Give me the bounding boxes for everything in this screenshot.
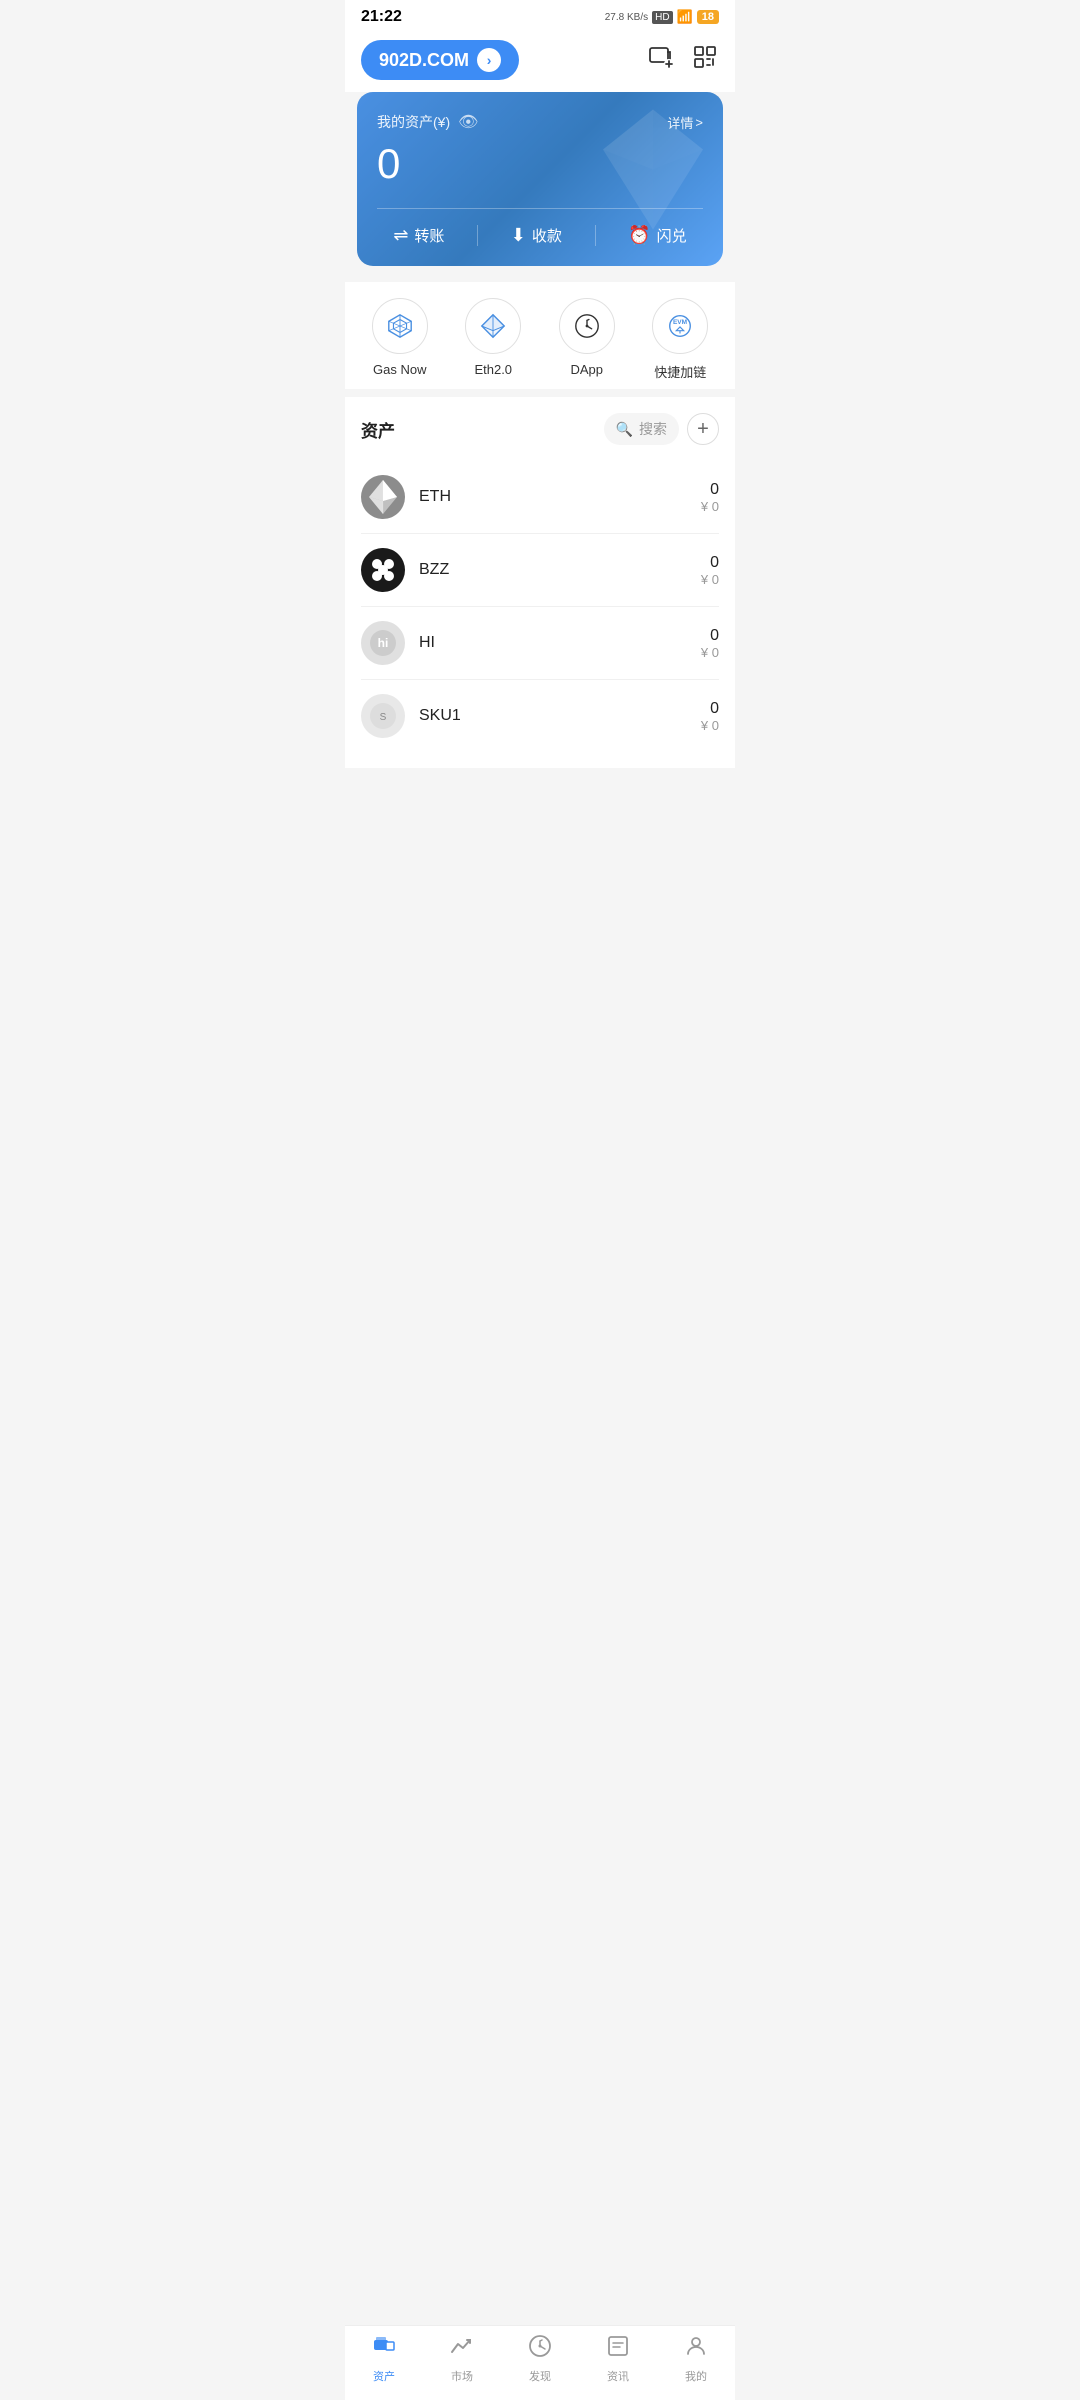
battery-indicator: 18 [697, 10, 719, 24]
status-time: 21:22 [361, 8, 402, 26]
nav-item-mine[interactable]: 我的 [666, 2334, 726, 2384]
hi-value: 0 ¥ 0 [701, 627, 719, 660]
receive-button[interactable]: ⬇ 收款 [511, 225, 562, 246]
hd-badge: HD [652, 11, 672, 24]
asset-list-item-sku1[interactable]: S SKU1 0 ¥ 0 [361, 680, 719, 752]
scan-icon[interactable] [691, 43, 719, 78]
dapp-label: DApp [570, 362, 603, 377]
sku1-amount: 0 [701, 700, 719, 718]
sku1-value: 0 ¥ 0 [701, 700, 719, 733]
eth-value: 0 ¥ 0 [701, 481, 719, 514]
assets-section: 资产 🔍 搜索 + ETH [345, 397, 735, 768]
receive-icon: ⬇ [511, 225, 526, 246]
sku1-name: SKU1 [419, 707, 701, 725]
search-icon: 🔍 [616, 421, 633, 438]
eth-name: ETH [419, 488, 701, 506]
mine-nav-label: 我的 [685, 2368, 707, 2384]
transfer-button[interactable]: ⇌ 转账 [393, 225, 444, 246]
quick-item-gas-now[interactable]: Gas Now [372, 298, 428, 381]
quick-chain-icon-circle: EVM [652, 298, 708, 354]
discover-nav-icon [528, 2334, 552, 2364]
detail-link[interactable]: 详情 > [667, 113, 703, 132]
news-nav-icon [606, 2334, 630, 2364]
eth-cny: ¥ 0 [701, 499, 719, 514]
eth-coin-icon [361, 475, 405, 519]
mine-nav-icon [684, 2334, 708, 2364]
status-icons: 27.8 KB/s HD 📶 18 [605, 9, 719, 25]
speed-indicator: 27.8 KB/s [605, 12, 648, 23]
news-nav-label: 资讯 [607, 2368, 629, 2384]
quick-item-eth2[interactable]: Eth2.0 [465, 298, 521, 381]
status-bar: 21:22 27.8 KB/s HD 📶 18 [345, 0, 735, 30]
sku1-cny: ¥ 0 [701, 718, 719, 733]
bzz-name: BZZ [419, 561, 701, 579]
assets-title: 资产 [361, 417, 395, 442]
nav-item-assets[interactable]: 资产 [354, 2334, 414, 2384]
add-asset-button[interactable]: + [687, 413, 719, 445]
market-nav-label: 市场 [451, 2368, 473, 2384]
logo-text: 902D.COM [379, 50, 469, 71]
hi-coin-icon: hi [361, 621, 405, 665]
discover-nav-label: 发现 [529, 2368, 551, 2384]
dapp-icon-circle [559, 298, 615, 354]
bottom-nav: 资产 市场 发现 [345, 2325, 735, 2400]
hi-amount: 0 [701, 627, 719, 645]
quick-menu: Gas Now Eth2.0 [345, 282, 735, 389]
sku1-coin-icon: S [361, 694, 405, 738]
svg-text:hi: hi [378, 636, 389, 650]
assets-nav-icon [372, 2334, 396, 2364]
bzz-amount: 0 [701, 554, 719, 572]
gas-now-label: Gas Now [373, 362, 426, 377]
quick-item-quick-chain[interactable]: EVM 快捷加链 [652, 298, 708, 381]
eth-amount: 0 [701, 481, 719, 499]
eye-icon[interactable]: 👁 [458, 112, 478, 132]
assets-nav-label: 资产 [373, 2368, 395, 2384]
bzz-value: 0 ¥ 0 [701, 554, 719, 587]
transfer-icon: ⇌ [393, 225, 408, 246]
logo-arrow-icon: › [477, 48, 501, 72]
asset-list-item-hi[interactable]: hi HI 0 ¥ 0 [361, 607, 719, 680]
header-actions [647, 43, 719, 78]
action-divider-1 [477, 225, 478, 246]
nav-item-news[interactable]: 资讯 [588, 2334, 648, 2384]
asset-list-item-eth[interactable]: ETH 0 ¥ 0 [361, 461, 719, 534]
market-nav-icon [450, 2334, 474, 2364]
eth2-icon-circle [465, 298, 521, 354]
nav-item-discover[interactable]: 发现 [510, 2334, 570, 2384]
hi-cny: ¥ 0 [701, 645, 719, 660]
asset-card: 我的资产(¥) 👁 详情 > 0 ⇌ 转账 ⬇ 收款 ⏰ 闪兑 [357, 92, 723, 266]
hi-name: HI [419, 634, 701, 652]
action-divider-2 [595, 225, 596, 246]
svg-text:EVM: EVM [673, 319, 687, 326]
app-header: 902D.COM › [345, 30, 735, 92]
quick-chain-label: 快捷加链 [654, 362, 706, 381]
assets-header: 资产 🔍 搜索 + [361, 413, 719, 445]
search-box[interactable]: 🔍 搜索 [604, 413, 679, 445]
signal-icon: 📶 [677, 9, 693, 25]
search-placeholder: 搜索 [639, 419, 667, 439]
quick-item-dapp[interactable]: DApp [559, 298, 615, 381]
eth2-label: Eth2.0 [474, 362, 512, 377]
add-wallet-icon[interactable] [647, 43, 675, 78]
nav-item-market[interactable]: 市场 [432, 2334, 492, 2384]
asset-label: 我的资产(¥) 👁 [377, 112, 478, 132]
bzz-coin-icon [361, 548, 405, 592]
gas-now-icon-circle [372, 298, 428, 354]
logo-button[interactable]: 902D.COM › [361, 40, 519, 80]
search-add-container: 🔍 搜索 + [604, 413, 719, 445]
asset-list-item-bzz[interactable]: BZZ 0 ¥ 0 [361, 534, 719, 607]
bzz-cny: ¥ 0 [701, 572, 719, 587]
svg-text:S: S [380, 712, 387, 723]
